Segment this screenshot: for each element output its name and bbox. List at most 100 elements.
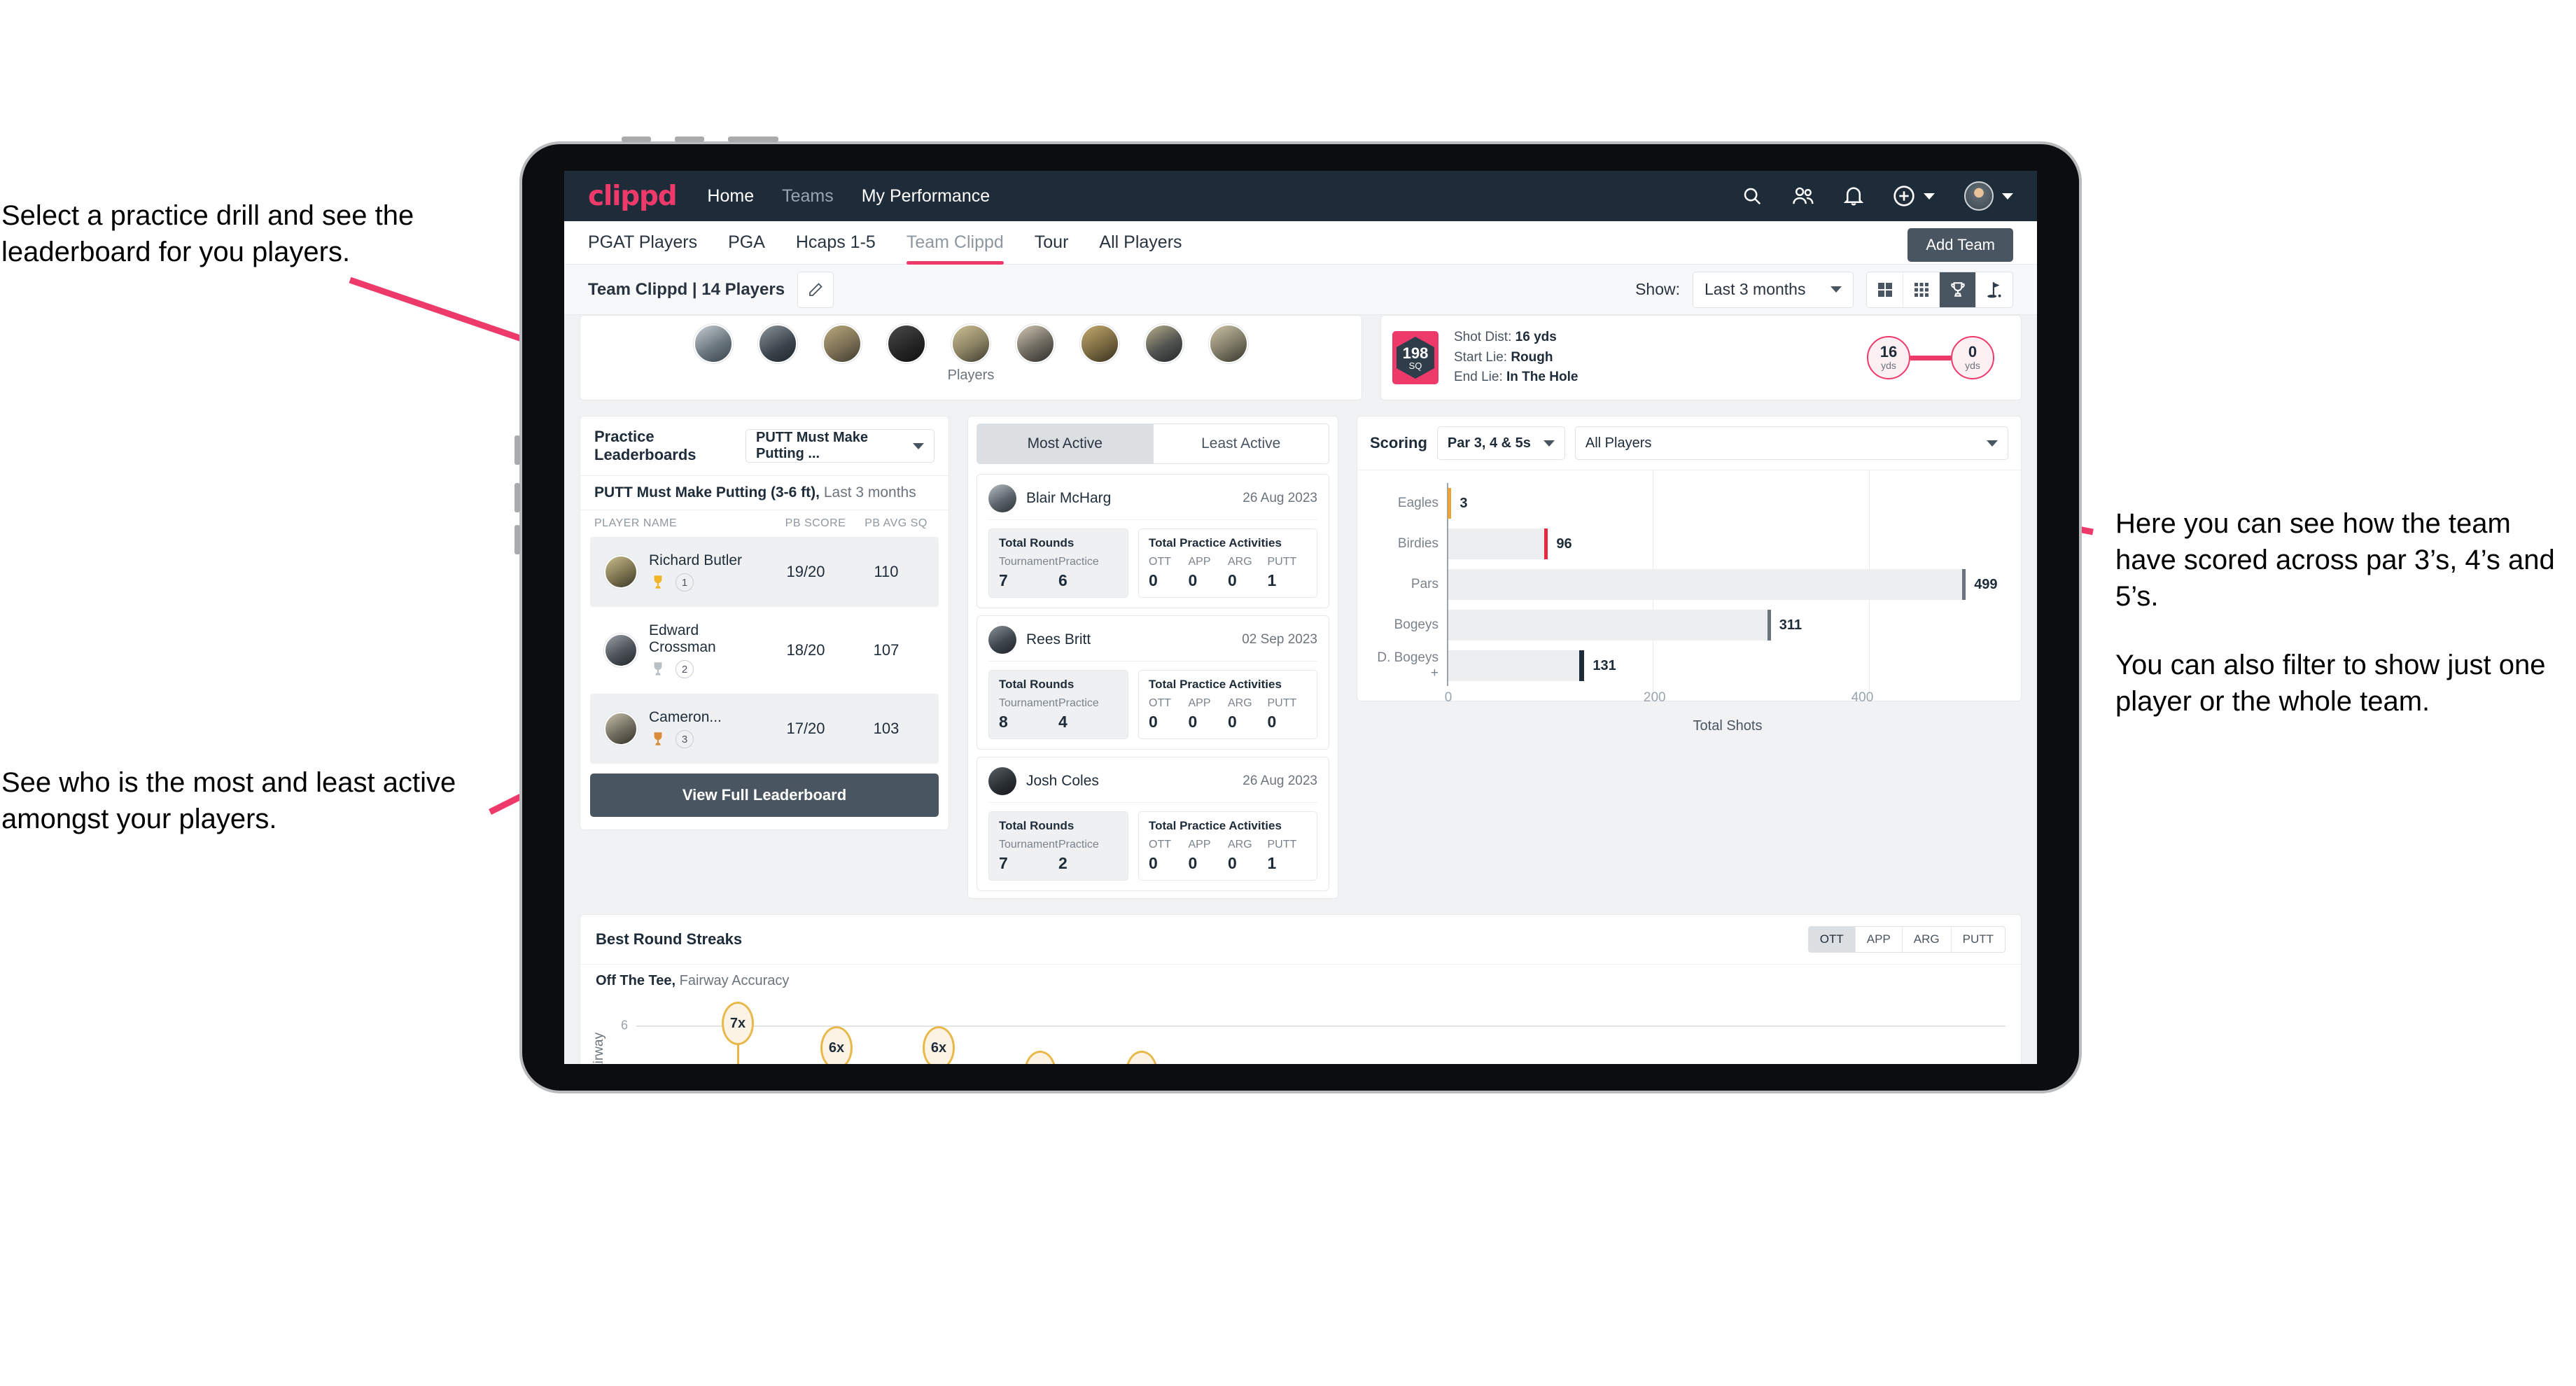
table-row[interactable]: Cameron... 3 17/20 103 [590,694,939,764]
view-mode-golf-flag[interactable] [1976,272,2012,307]
total-rounds-title: Total Rounds [999,819,1074,832]
avatar[interactable] [1144,324,1184,363]
tab-most-active[interactable]: Most Active [976,424,1154,464]
activity-date: 02 Sep 2023 [1242,632,1317,647]
view-full-leaderboard-button[interactable]: View Full Leaderboard [590,774,939,817]
streak-bubble[interactable]: 6x [820,1026,853,1064]
bar-cap [1767,610,1771,640]
scoring-bar-chart: Eagles 3 Birdies 96 Pars 499 Bogeys 311 … [1357,470,2021,734]
tab-tour[interactable]: Tour [1035,221,1069,265]
activity-card-body: Total Rounds Tournament 7 Practice [988,802,1317,881]
avatar[interactable] [887,324,926,363]
tab-all-players[interactable]: All Players [1099,221,1182,265]
team-toolbar: Team Clippd | 14 Players Show: Last 3 mo… [564,265,2037,315]
pb-score-value: 18/20 [786,641,825,659]
shot-dist-value: 16 yds [1515,330,1557,345]
x-tick-0: 0 [1444,690,1452,705]
act-putt-value: 1 [1267,571,1277,589]
par-select[interactable]: Par 3, 4 & 5s [1436,426,1565,460]
practice-activities-block: Total Practice Activities OTT 0 APP 0 AR… [1138,670,1317,739]
bar-double-bogeys [1448,650,1585,681]
x-tick-200: 200 [1643,690,1666,705]
tab-pga[interactable]: PGA [728,221,765,265]
streaks-toggle-arg[interactable]: ARG [1903,927,1952,952]
end-distance-value: 0 [1968,343,1977,361]
x-tick-400: 400 [1851,690,1874,705]
tab-least-active[interactable]: Least Active [1153,424,1329,464]
player-filter-select[interactable]: All Players [1574,426,2008,460]
avatar[interactable] [822,324,862,363]
streak-bubble[interactable]: 7x [722,1002,754,1045]
streak-bubble[interactable]: 6x [923,1026,955,1064]
tablet-button-top-2 [675,136,704,142]
rounds-tournament: Tournament 8 [999,697,1058,732]
activity-card[interactable]: Josh Coles 26 Aug 2023 Total Rounds Tour… [976,757,1329,891]
profile-menu[interactable] [1964,181,2013,211]
bar-value-bogeys: 311 [1779,617,1802,633]
tablet-button-side-2 [514,483,520,512]
act-arg: ARG 0 [1228,839,1268,873]
nav-link-my-performance[interactable]: My Performance [862,186,990,206]
chevron-down-icon [913,442,924,449]
player-name: Rees Britt [1026,631,1091,648]
drill-select[interactable]: PUTT Must Make Putting ... [746,429,934,463]
avatar[interactable] [1209,324,1248,363]
rounds-values: Tournament 7 Practice 2 [999,839,1118,873]
avatar[interactable] [694,324,733,363]
activity-panel: Most Active Least Active Blair McHarg 26… [967,416,1338,899]
avatar [988,484,1016,512]
streaks-toggle-ott[interactable]: OTT [1808,927,1856,952]
act-app-key: APP [1188,839,1211,850]
pb-avg-value: 110 [874,563,899,580]
shot-dist-line: Shot Dist: 16 yds [1454,328,1578,348]
nav-links: Home Teams My Performance [707,186,990,206]
edit-team-button[interactable] [797,271,834,308]
view-mode-trophy[interactable] [1940,272,1976,307]
act-app-value: 0 [1188,854,1198,872]
avatar[interactable] [1016,324,1055,363]
view-mode-grid-small[interactable] [1903,272,1940,307]
tab-team-clippd[interactable]: Team Clippd [906,221,1004,265]
add-team-button[interactable]: Add Team [1907,228,2013,262]
search-icon[interactable] [1742,186,1763,206]
period-select[interactable]: Last 3 months [1693,271,1854,308]
activity-card[interactable]: Rees Britt 02 Sep 2023 Total Rounds Tour… [976,615,1329,750]
streak-bubble[interactable]: 5x [1024,1051,1056,1064]
table-row[interactable]: Edward Crossman 2 18/20 107 [590,607,939,694]
player-name: Richard Butler [649,552,743,568]
bell-icon[interactable] [1844,186,1863,206]
activities-values: OTT 0 APP 0 [1149,697,1307,732]
nav-link-home[interactable]: Home [707,186,754,206]
avatar[interactable] [758,324,797,363]
streaks-toggle-app[interactable]: APP [1856,927,1903,952]
add-menu[interactable] [1893,185,1935,207]
player-filter-value: All Players [1585,435,1652,451]
people-icon[interactable] [1792,186,1814,206]
leaderboard-title: Practice Leaderboards [594,428,696,463]
player-name: Edward Crossman [649,622,716,655]
rounds-practice-value: 6 [1058,571,1068,589]
activity-card-body: Total Rounds Tournament 7 Practice [988,519,1317,598]
streaks-toggle-putt[interactable]: PUTT [1952,927,2005,952]
avatar[interactable] [1080,324,1119,363]
nav-link-teams[interactable]: Teams [782,186,834,206]
rounds-tournament: Tournament 7 [999,839,1058,873]
end-lie-key: End Lie: [1454,370,1503,385]
act-arg-key: ARG [1228,556,1252,568]
tab-pgat-players[interactable]: PGAT Players [588,221,697,265]
hexagon-icon: 198 SQ [1396,337,1434,379]
shot-detail-card: 198 SQ Shot Dist: 16 yds Start Lie: Roug… [1380,315,2022,400]
clippd-logo[interactable]: clippd [588,181,678,212]
table-row[interactable]: Richard Butler 1 19/20 110 [590,537,939,607]
streaks-subtitle-bold: Off The Tee, [596,973,676,988]
activity-card[interactable]: Blair McHarg 26 Aug 2023 Total Rounds To… [976,474,1329,608]
scoring-header: Scoring Par 3, 4 & 5s All Players [1357,416,2021,470]
screenshot-root: Select a practice drill and see the lead… [0,0,2576,1386]
tablet-frame: clippd Home Teams My Performance PGAT Pl… [514,136,2082,1093]
streak-bubble[interactable]: 5x [1126,1051,1158,1064]
view-mode-grid-large[interactable] [1867,272,1903,307]
avatar[interactable] [951,324,990,363]
practice-leaderboard-panel: Practice Leaderboards PUTT Must Make Put… [580,416,949,830]
tab-hcaps-1-5[interactable]: Hcaps 1-5 [796,221,876,265]
activities-values: OTT 0 APP 0 [1149,839,1307,873]
